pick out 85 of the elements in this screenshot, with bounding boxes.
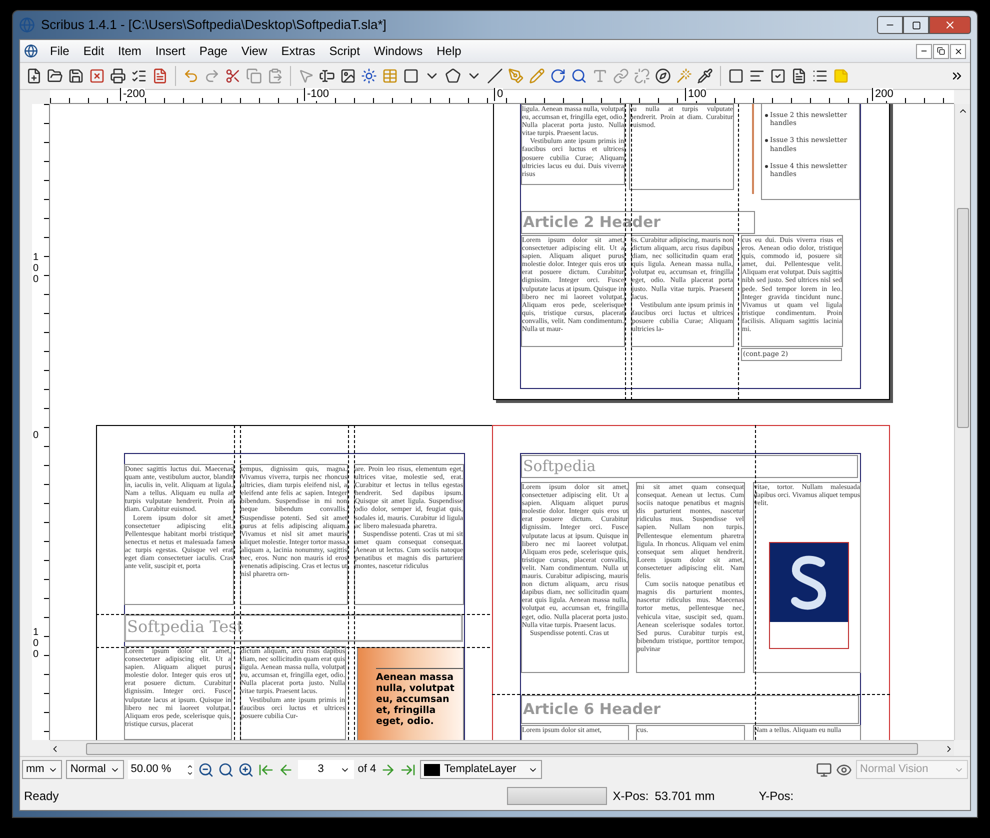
title-frame: Softpedia Test	[124, 614, 463, 642]
bullet-icon	[765, 164, 768, 168]
title-frame: Softpedia	[521, 455, 858, 478]
page-dropdown[interactable]: 3	[298, 760, 354, 779]
app-logo-icon	[19, 17, 35, 33]
article-header: Article 6 Header	[521, 695, 859, 724]
close-icon	[954, 46, 962, 56]
pull-quote-frame: Aenean massa nulla, volutpat eu, accumsan et, fringilla eget, odio.	[357, 647, 464, 740]
ruler-label: 0	[494, 88, 504, 101]
zoom-reset-icon[interactable]	[218, 762, 234, 778]
minimize-button[interactable]	[916, 44, 932, 58]
printer-icon[interactable]	[110, 68, 126, 84]
x-position-value: 53.701 mm	[654, 788, 715, 805]
page-count: of 4	[358, 762, 376, 778]
menu-item[interactable]: Help	[430, 42, 468, 60]
restore-icon	[937, 47, 945, 55]
menu-item[interactable]: View	[235, 42, 274, 60]
checkbox-field-icon[interactable]	[770, 68, 786, 84]
y-position-label: Y-Pos:	[758, 788, 794, 805]
first-page-icon[interactable]	[258, 762, 274, 778]
ruler-label: -100	[304, 88, 330, 101]
previous-page-icon[interactable]	[278, 762, 294, 778]
ruler-label: 100	[685, 88, 706, 101]
zoom-icon[interactable]	[571, 68, 587, 84]
maximize-button[interactable]	[903, 16, 929, 34]
menu-item[interactable]: Item	[112, 42, 148, 60]
scrollbar-thumb[interactable]	[956, 208, 968, 428]
combo-box-icon[interactable]	[791, 68, 807, 84]
menu-item[interactable]: Edit	[77, 42, 110, 60]
ruler-label: -200	[120, 88, 146, 101]
menu-item[interactable]: Windows	[368, 42, 429, 60]
new-file-icon[interactable]	[26, 68, 42, 84]
status-message: Ready	[24, 788, 59, 805]
measure-icon[interactable]	[655, 68, 671, 84]
rectangle-icon[interactable]	[403, 68, 419, 84]
monitor-icon[interactable]	[816, 762, 832, 778]
pdf-file-icon[interactable]	[152, 68, 168, 84]
zoom-out-icon[interactable]	[198, 762, 214, 778]
list-box-icon[interactable]	[812, 68, 828, 84]
menu-item[interactable]: File	[44, 42, 76, 60]
menu-item[interactable]: Insert	[149, 42, 192, 60]
line-icon[interactable]	[487, 68, 503, 84]
scissors-icon[interactable]	[225, 68, 241, 84]
article-header: Article 2 Header	[521, 211, 755, 234]
close-button[interactable]	[950, 44, 966, 58]
folder-icon[interactable]	[47, 68, 63, 84]
text-frame-icon[interactable]	[319, 68, 335, 84]
close-button[interactable]	[929, 16, 971, 34]
s-letter-drawing	[789, 554, 829, 610]
layer-color-swatch	[424, 764, 440, 776]
vertical-scrollbar[interactable]	[954, 104, 970, 740]
eye-icon[interactable]	[836, 762, 852, 778]
close-document-icon[interactable]	[89, 68, 105, 84]
button-field-icon[interactable]	[728, 68, 744, 84]
layer-dropdown[interactable]: TemplateLayer	[420, 760, 542, 779]
unit-dropdown[interactable]: mm	[22, 760, 62, 779]
menu-item[interactable]: Script	[323, 42, 366, 60]
scrollbar-thumb[interactable]	[86, 742, 918, 754]
x-position-label: X-Pos:	[612, 788, 649, 805]
window-title: Scribus 1.4.1 - [C:\Users\Softpedia\Desktop\SoftpediaT.sla*]	[41, 16, 386, 34]
text-field-icon[interactable]	[749, 68, 765, 84]
render-frame-icon[interactable]	[361, 68, 377, 84]
save-icon[interactable]	[68, 68, 84, 84]
bullet-icon	[765, 139, 768, 142]
maximize-icon	[912, 20, 920, 30]
bullet-icon	[765, 114, 768, 117]
polygon-icon[interactable]	[445, 68, 461, 84]
menu-item[interactable]: Extras	[275, 42, 322, 60]
ruler-label: 200	[872, 88, 894, 101]
last-page-icon[interactable]	[400, 762, 416, 778]
zoom-spinbox[interactable]: 50.00 %	[128, 760, 194, 779]
close-icon	[944, 19, 956, 31]
mode-dropdown[interactable]: Normal	[66, 760, 124, 779]
rotate-icon[interactable]	[550, 68, 566, 84]
horizontal-scrollbar[interactable]	[50, 740, 954, 756]
minimize-button[interactable]	[877, 16, 903, 34]
restore-button[interactable]	[933, 44, 949, 58]
image-frame-icon[interactable]	[340, 68, 356, 84]
document-icon	[24, 44, 38, 58]
zoom-in-icon[interactable]	[238, 762, 254, 778]
step-up-icon[interactable]	[186, 762, 194, 770]
step-down-icon[interactable]	[186, 770, 194, 776]
menu-item[interactable]: Page	[193, 42, 234, 60]
checklist-icon[interactable]	[131, 68, 147, 84]
eyedropper-icon[interactable]	[697, 68, 713, 84]
